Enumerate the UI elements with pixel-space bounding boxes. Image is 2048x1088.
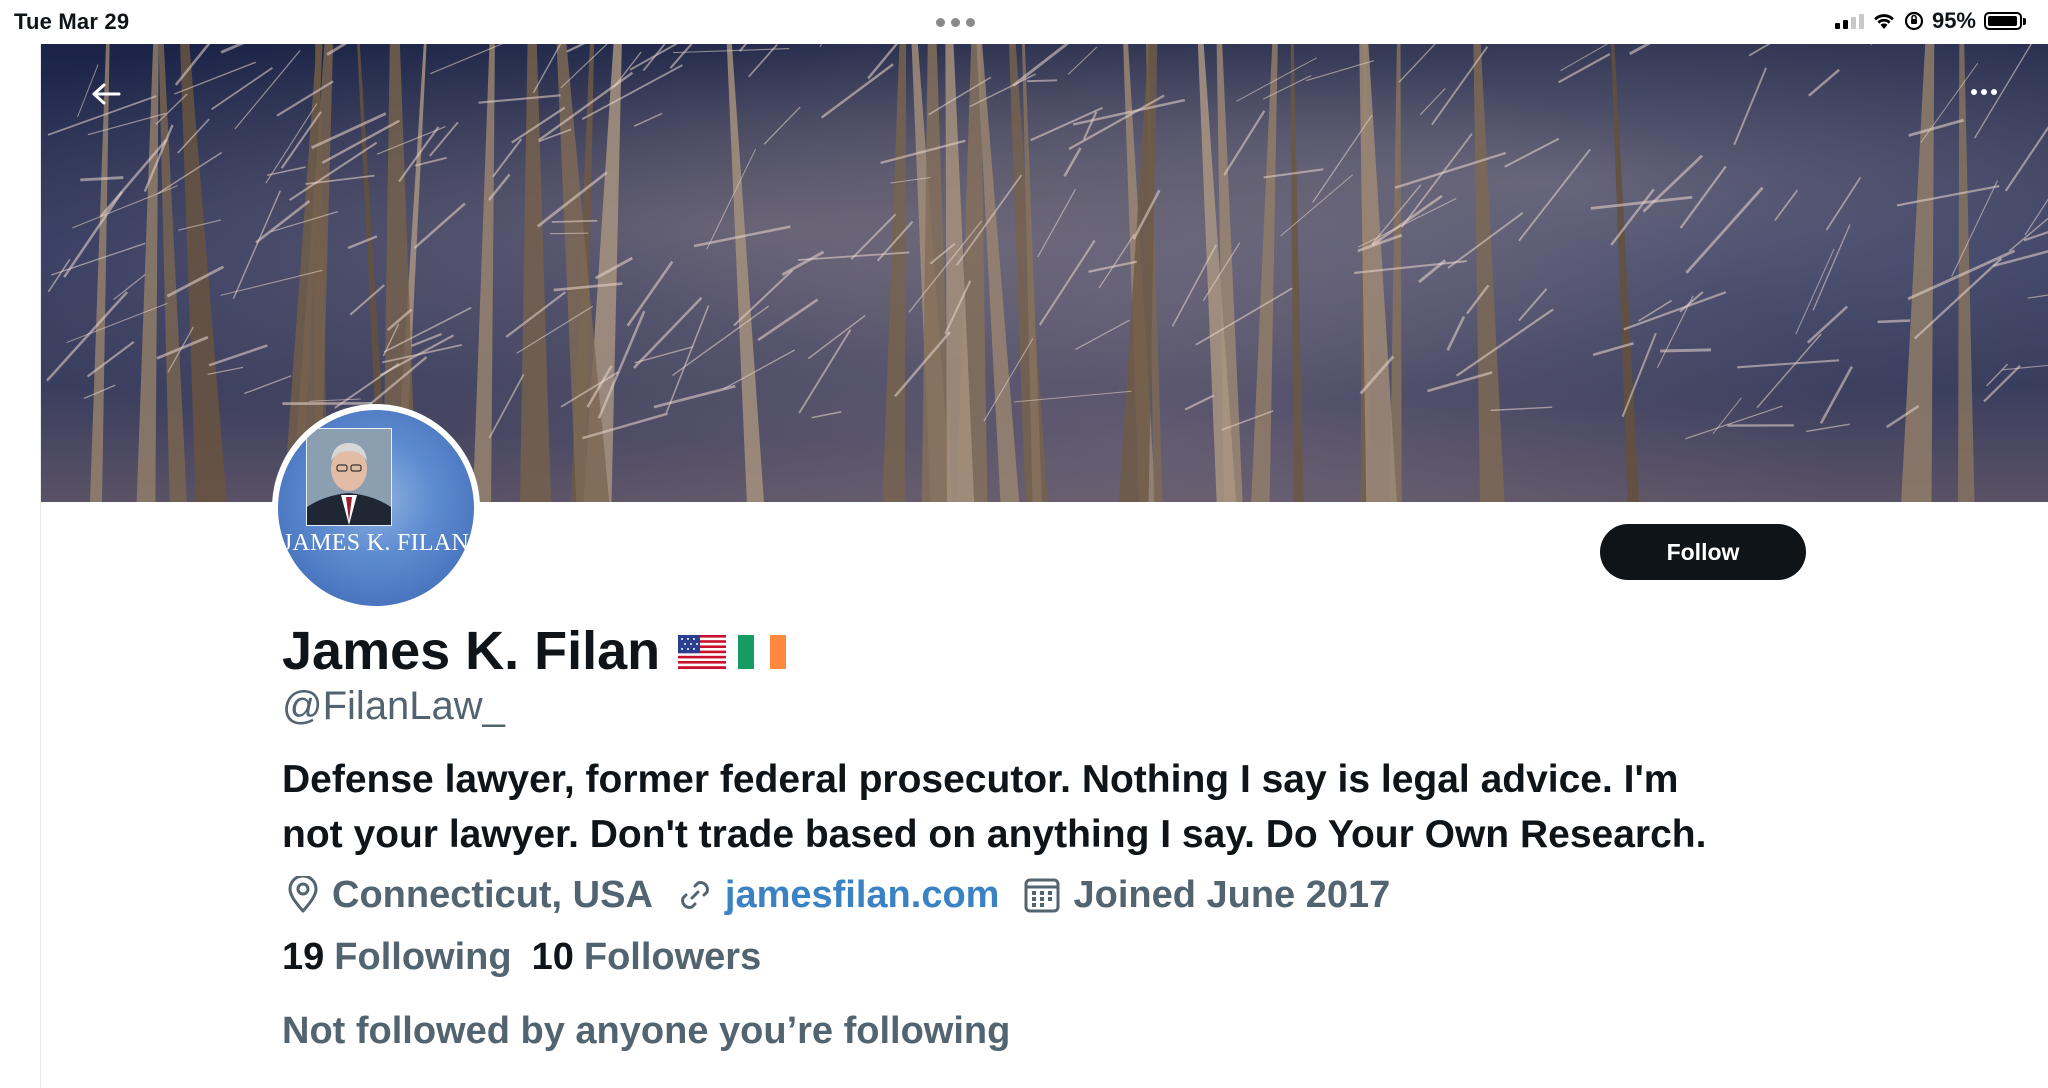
cellular-signal-icon: [1834, 13, 1864, 29]
profile-avatar[interactable]: JAMES K. FILAN: [272, 404, 480, 612]
back-button[interactable]: [84, 72, 128, 116]
profile-display-name: James K. Filan: [282, 620, 787, 682]
bio-line: Defense lawyer, former federal prosecuto…: [282, 758, 1679, 801]
follow-button[interactable]: Follow: [1600, 524, 1806, 580]
status-indicators: 95%: [1834, 8, 2026, 34]
profile-handle: @FilanLaw_: [282, 684, 505, 728]
avatar-name-text: JAMES K. FILAN: [282, 530, 470, 556]
status-bar: Tue Mar 29 95%: [0, 0, 2048, 44]
location-text: Connecticut, USA: [332, 873, 653, 916]
followers-label: Followers: [583, 936, 762, 978]
wifi-icon: [1874, 14, 1894, 29]
more-horizontal-icon: [1971, 89, 1997, 95]
more-options-button[interactable]: [1960, 72, 2008, 112]
calendar-icon: [1023, 876, 1061, 914]
multitasking-dots-icon[interactable]: [936, 18, 975, 27]
bio-line: not your lawyer. Don't trade based on an…: [282, 813, 1707, 856]
battery-percent: 95%: [1931, 8, 1976, 33]
us-flag-icon: [678, 620, 727, 682]
not-followed-notice: Not followed by anyone you’re following: [282, 1010, 1011, 1052]
website-link[interactable]: jamesfilan.com: [725, 874, 1000, 917]
profile-bio: Defense lawyer, former federal prosecuto…: [282, 752, 1842, 862]
joined-item: Joined June 2017: [1023, 874, 1390, 917]
arrow-left-icon: [92, 83, 121, 105]
followers-stat[interactable]: 10 Followers: [532, 936, 762, 979]
profile-meta: Connecticut, USA jamesfilan.com Joined J…: [286, 868, 1414, 922]
following-count: 19: [282, 936, 325, 978]
following-label: Following: [334, 936, 512, 978]
following-stat[interactable]: 19 Following: [282, 936, 512, 979]
status-time: Tue Mar 29: [14, 9, 130, 34]
orientation-lock-icon: [1904, 11, 1924, 31]
link-icon: [677, 877, 713, 913]
joined-text: Joined June 2017: [1073, 873, 1391, 916]
follow-stats: 19 Following 10 Followers: [282, 936, 781, 979]
website-item[interactable]: jamesfilan.com: [677, 874, 1000, 917]
location-item: Connecticut, USA: [286, 874, 653, 917]
location-pin-icon: [286, 876, 320, 914]
followers-count: 10: [531, 936, 574, 978]
portrait-photo: [306, 428, 392, 526]
battery-icon: [1984, 12, 2026, 30]
display-name-text: James K. Filan: [282, 621, 661, 681]
ireland-flag-icon: [738, 620, 787, 682]
